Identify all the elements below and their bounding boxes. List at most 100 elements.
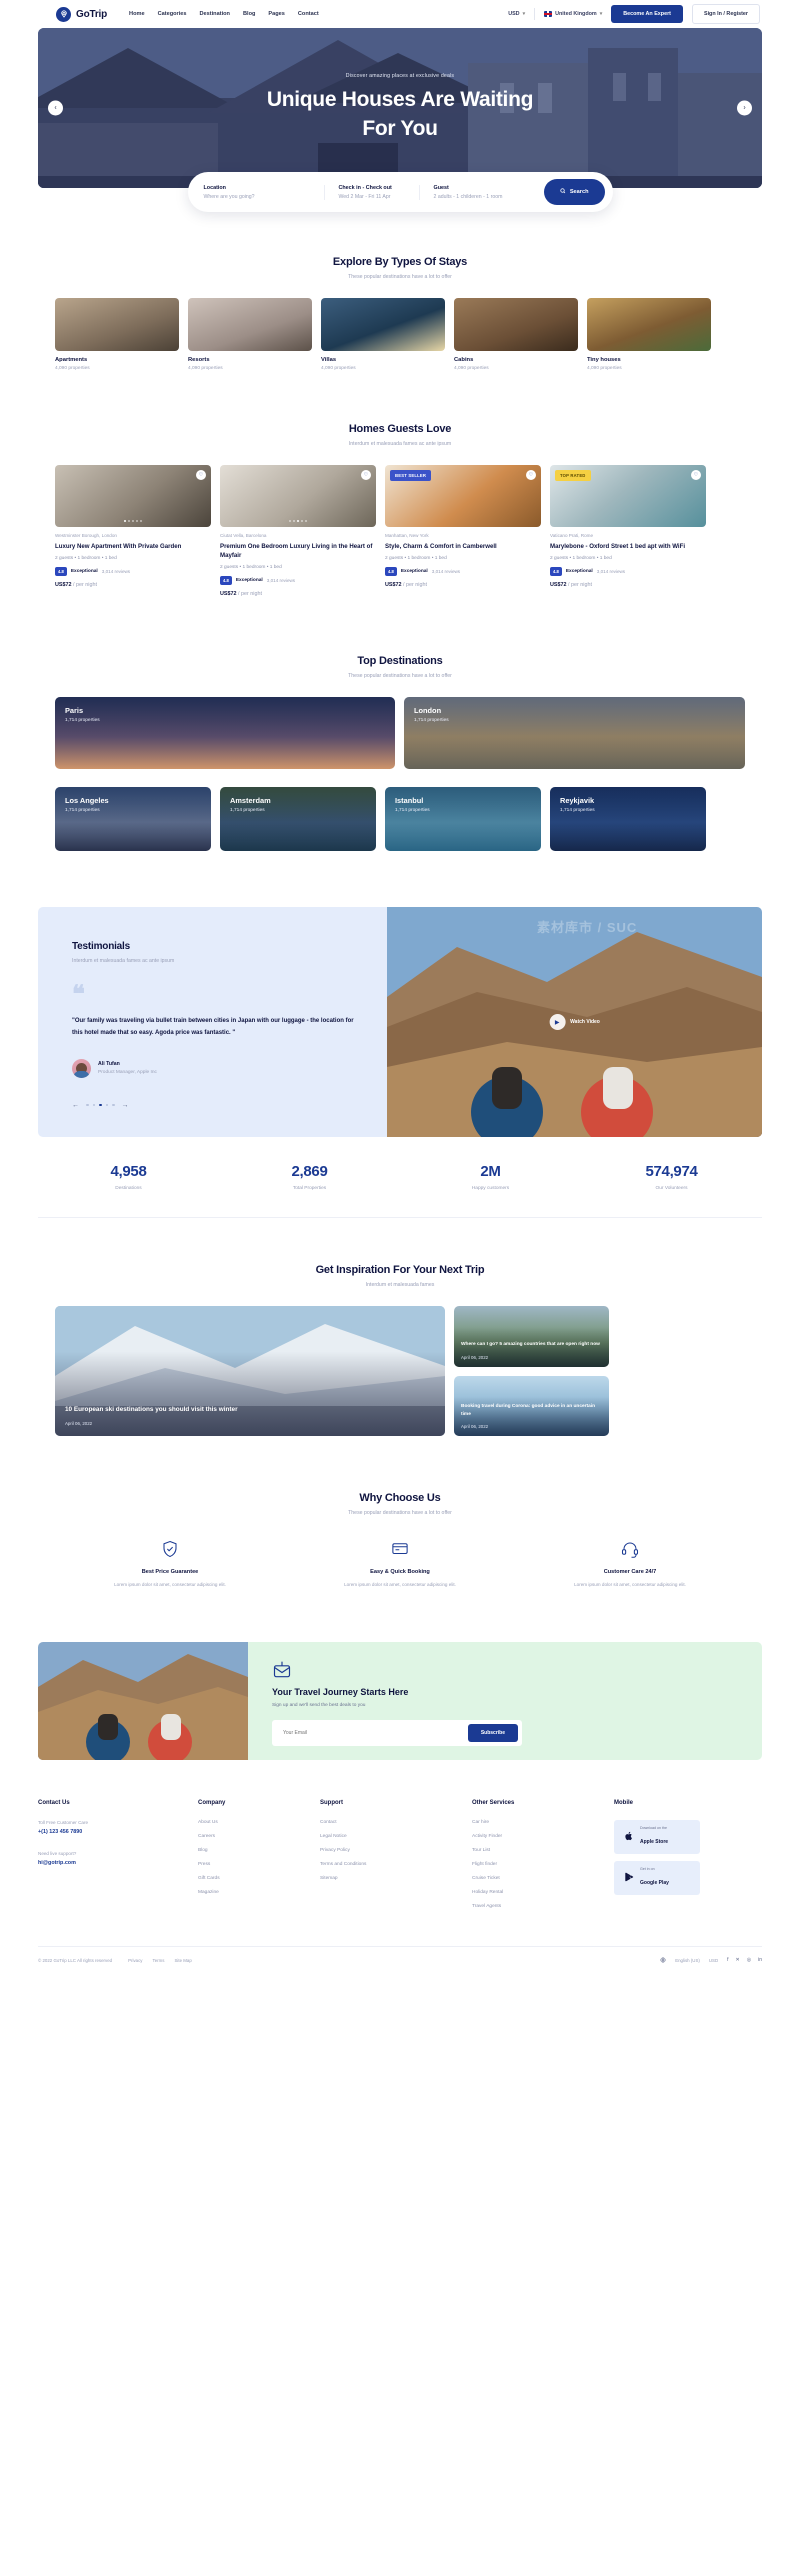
language-selector[interactable]: English (US) xyxy=(675,1958,700,1963)
newsletter-email-input[interactable] xyxy=(276,1723,468,1742)
property-meta: 2 guests • 1 bedroom • 1 bed xyxy=(385,556,447,562)
nav-item-blog[interactable]: Blog xyxy=(243,11,255,17)
footer-link[interactable]: Activity Finder xyxy=(472,1834,572,1839)
footer-link-sitemap[interactable]: Site Map xyxy=(174,1958,191,1963)
property-image: ♡ xyxy=(220,465,376,527)
footer-link[interactable]: Press xyxy=(198,1862,278,1867)
destination-card-los-angeles[interactable]: Los Angeles 1,714 properties xyxy=(55,787,211,852)
footer-link[interactable]: Terms and Conditions xyxy=(320,1862,430,1867)
apple-store-button[interactable]: Download on the Apple Store xyxy=(614,1819,700,1854)
stay-type-count: 4,090 properties xyxy=(188,366,223,371)
image-carousel-dots[interactable] xyxy=(289,520,307,522)
nav-item-destination[interactable]: Destination xyxy=(200,11,230,17)
footer-link-terms[interactable]: Terms xyxy=(153,1958,165,1963)
destination-card-paris[interactable]: Paris 1,714 properties xyxy=(55,697,395,770)
footer-link[interactable]: Gift Cards xyxy=(198,1876,278,1881)
stay-type-card[interactable]: Apartments 4,090 properties xyxy=(55,298,179,371)
stay-type-card[interactable]: Villas 4,090 properties xyxy=(321,298,445,371)
search-dates-field[interactable]: Check in - Check out Wed 2 Mar - Fri 11 … xyxy=(323,184,419,200)
signin-register-button[interactable]: Sign In / Register xyxy=(691,4,760,24)
destination-count: 1,714 properties xyxy=(65,718,100,724)
favorite-heart-icon[interactable]: ♡ xyxy=(526,470,536,480)
blog-card-small[interactable]: Where can I go? 5 amazing countries that… xyxy=(454,1306,609,1367)
footer-link[interactable]: Careers xyxy=(198,1834,278,1839)
footer-link[interactable]: Blog xyxy=(198,1848,278,1853)
image-carousel-dots[interactable] xyxy=(124,520,142,522)
stays-subtitle: These popular destinations have a lot to… xyxy=(348,274,452,280)
footer-heading: Other Services xyxy=(472,1799,515,1806)
brand-logo-link[interactable]: GoTrip xyxy=(56,6,107,22)
footer-link[interactable]: Cruise Ticket xyxy=(472,1876,572,1881)
google-play-button[interactable]: Get in on Google Play xyxy=(614,1860,700,1895)
price-unit: / per night xyxy=(237,591,262,598)
search-location-field[interactable]: Location Where are you going? xyxy=(204,185,324,200)
linkedin-icon[interactable]: in xyxy=(758,1957,762,1963)
favorite-heart-icon[interactable]: ♡ xyxy=(691,470,701,480)
property-card[interactable]: BEST SELLER ♡ Manhattan, New York Style,… xyxy=(385,465,541,597)
property-card[interactable]: TOP RATED ♡ Vaticano Prati, Rome Maryleb… xyxy=(550,465,706,597)
favorite-heart-icon[interactable]: ♡ xyxy=(196,470,206,480)
testimonial-pagination: ← → xyxy=(72,1102,368,1109)
search-button-label: Search xyxy=(569,189,589,195)
destinations-title: Top Destinations xyxy=(357,655,443,668)
property-price: US$72 / per night xyxy=(55,582,211,588)
destination-card-reykjavik[interactable]: Reykjavik 1,714 properties xyxy=(550,787,706,852)
testimonial-dots[interactable] xyxy=(86,1103,115,1107)
destination-name: Reykjavik xyxy=(560,796,595,806)
footer-link[interactable]: Holiday Rental xyxy=(472,1890,572,1895)
stay-type-card[interactable]: Tiny houses 4,090 properties xyxy=(587,298,711,371)
testimonial-video-image[interactable]: 素材库市 / SUC ▶ Watch Video xyxy=(387,907,762,1138)
footer-link[interactable]: Magazine xyxy=(198,1890,278,1895)
stay-type-name: Resorts xyxy=(188,357,210,363)
stay-type-card[interactable]: Resorts 4,090 properties xyxy=(188,298,312,371)
currency-label-footer[interactable]: USD xyxy=(709,1958,718,1963)
stats-row: 4,958 Destinations 2,869 Total Propertie… xyxy=(38,1163,762,1219)
stays-title: Explore By Types Of Stays xyxy=(332,256,468,268)
blog-list: 10 European ski destinations you should … xyxy=(55,1306,745,1437)
footer-email[interactable]: hi@gotrip.com xyxy=(38,1860,156,1866)
footer-link[interactable]: Flight finder xyxy=(472,1862,572,1867)
instagram-icon[interactable]: ◎ xyxy=(747,1957,751,1963)
footer-link-privacy[interactable]: Privacy xyxy=(128,1958,142,1963)
stay-type-card[interactable]: Cabins 4,090 properties xyxy=(454,298,578,371)
nav-item-categories[interactable]: Categories xyxy=(158,11,187,17)
apple-store-sub: Download on the xyxy=(640,1825,667,1830)
property-card[interactable]: ♡ Ciutat Vella, Barcelona Premium One Be… xyxy=(220,465,376,597)
hero-next-button[interactable]: › xyxy=(737,100,752,116)
destination-card-istanbul[interactable]: Istanbul 1,714 properties xyxy=(385,787,541,852)
footer-link[interactable]: About Us xyxy=(198,1820,278,1825)
footer-phone[interactable]: +(1) 123 456 7890 xyxy=(38,1829,156,1835)
footer-link[interactable]: Tour List xyxy=(472,1848,572,1853)
country-selector[interactable]: United Kingdom ▾ xyxy=(544,11,602,17)
footer-link[interactable]: Car hire xyxy=(472,1820,572,1825)
blog-card-small[interactable]: Booking travel during Corona: good advic… xyxy=(454,1375,609,1437)
destination-card-amsterdam[interactable]: Amsterdam 1,714 properties xyxy=(220,787,376,852)
currency-selector[interactable]: USD ▾ xyxy=(508,11,525,17)
property-card[interactable]: ♡ Westminster Borough, London Luxury New… xyxy=(55,465,211,597)
destination-card-london[interactable]: London 1,714 properties xyxy=(404,697,745,770)
nav-item-home[interactable]: Home xyxy=(129,11,145,17)
testimonial-prev-button[interactable]: ← xyxy=(72,1102,79,1109)
stat-number: 574,974 xyxy=(645,1163,698,1181)
watch-video-button[interactable]: ▶ Watch Video xyxy=(549,1014,600,1031)
footer-link[interactable]: Contact xyxy=(320,1820,430,1825)
favorite-heart-icon[interactable]: ♡ xyxy=(361,470,371,480)
footer-link[interactable]: Legal Notice xyxy=(320,1834,430,1839)
nav-item-contact[interactable]: Contact xyxy=(298,11,319,17)
subscribe-button[interactable]: Subscribe xyxy=(467,1723,518,1742)
nav-item-pages[interactable]: Pages xyxy=(268,11,284,17)
blog-card-featured[interactable]: 10 European ski destinations you should … xyxy=(55,1306,445,1437)
footer-link[interactable]: Sitemap xyxy=(320,1876,430,1881)
twitter-icon[interactable]: ✕ xyxy=(736,1957,740,1963)
price-amount: US$72 xyxy=(385,582,402,589)
hero-prev-button[interactable]: ‹ xyxy=(48,100,63,116)
become-expert-button[interactable]: Become An Expert xyxy=(611,5,683,23)
search-location-label: Location xyxy=(203,184,226,191)
footer-link[interactable]: Privacy Policy xyxy=(320,1848,430,1853)
facebook-icon[interactable]: f xyxy=(727,1957,728,1963)
top-rated-badge: TOP RATED xyxy=(555,470,591,481)
search-guest-field[interactable]: Guest 2 adults - 1 childeren - 1 room xyxy=(418,184,519,200)
footer-link[interactable]: Travel Agents xyxy=(472,1904,572,1909)
search-button[interactable]: Search xyxy=(543,179,605,205)
testimonial-next-button[interactable]: → xyxy=(122,1102,129,1109)
